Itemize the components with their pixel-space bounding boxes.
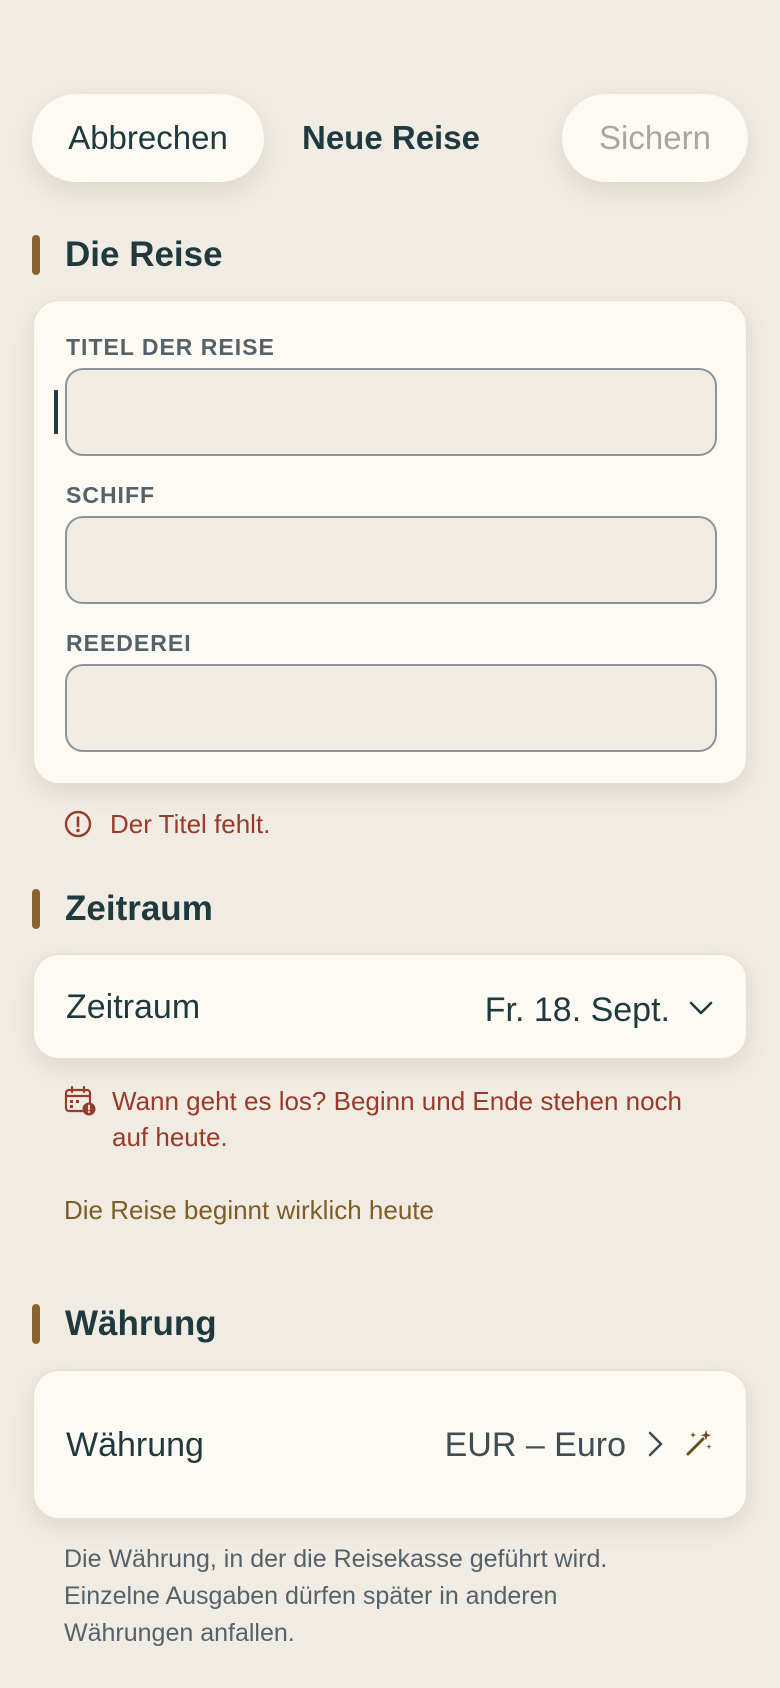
chevron-down-icon [688,995,714,1026]
title-field-label: TITEL DER REISE [66,334,275,360]
section-title-currency: Währung [65,1304,217,1343]
cruise-line-field-label: REEDEREI [66,630,192,656]
ship-field-label: SCHIFF [66,482,156,508]
date-range-label: Zeitraum [66,988,201,1026]
currency-row[interactable]: Währung EUR – Euro [33,1370,747,1519]
currency-helper-text: Die Währung, in der die Reisekasse gefüh… [64,1545,608,1647]
exclamation-circle-icon [64,806,110,842]
section-header-currency: Währung [32,1303,217,1345]
date-range-row[interactable]: Zeitraum Fr. 18. Sept. [33,954,747,1059]
section-accent-bar [32,1304,40,1344]
section-accent-bar [32,889,40,929]
date-error-text: Wann geht es los? Beginn und Ende stehen… [112,1086,683,1152]
save-button[interactable]: Sichern [562,94,748,182]
cancel-button[interactable]: Abbrechen [32,94,264,182]
currency-label: Währung [66,1426,204,1464]
section-title-trip: Die Reise [65,235,223,274]
date-range-value: Fr. 18. Sept. [484,991,670,1029]
new-trip-screen: Abbrechen Neue Reise Sichern Die Reise T… [0,0,780,1688]
section-header-trip: Die Reise [32,234,223,276]
title-input[interactable] [65,368,717,456]
currency-value: EUR – Euro [444,1426,626,1464]
navigation-header: Abbrechen Neue Reise Sichern [32,94,748,182]
chevron-right-icon [644,1430,666,1463]
calendar-alert-icon [64,1083,112,1119]
cruise-line-input[interactable] [65,664,717,752]
page-title: Neue Reise [302,119,480,156]
ship-input[interactable] [65,516,717,604]
section-title-period: Zeitraum [65,889,213,928]
magic-wand-icon[interactable] [684,1428,714,1463]
section-header-period: Zeitraum [32,888,213,930]
trip-details-card: TITEL DER REISE SCHIFF REEDEREI [33,300,747,784]
section-accent-bar [32,235,40,275]
error-text: Der Titel fehlt. [110,809,271,839]
text-cursor [54,390,58,434]
confirm-starts-today-link[interactable]: Die Reise beginnt wirklich heute [64,1195,434,1226]
date-error-message: Wann geht es los? Beginn und Ende stehen… [64,1083,682,1155]
title-error-message: Der Titel fehlt. [64,806,270,842]
